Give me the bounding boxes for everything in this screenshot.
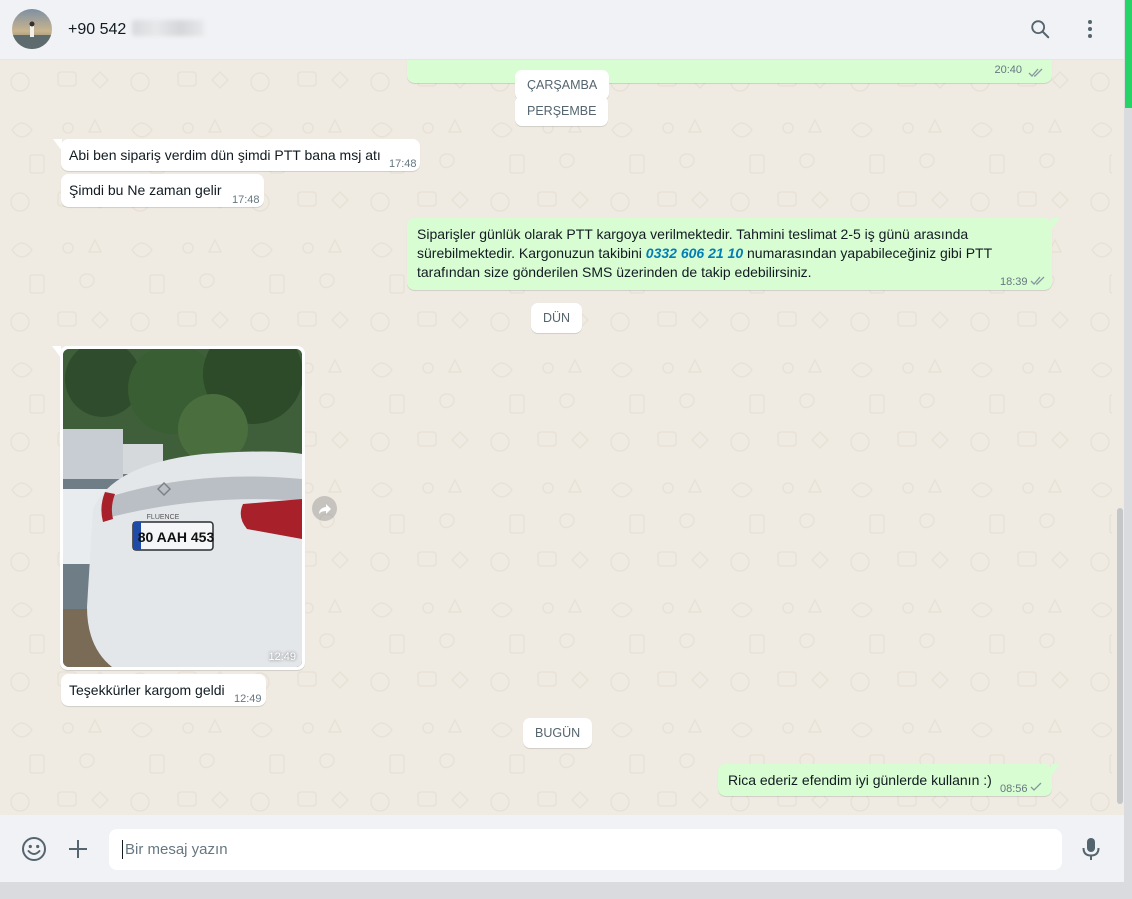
message-text: Abi ben sipariş verdim dün şimdi PTT ban… [69,147,381,163]
message-incoming[interactable]: Şimdi bu Ne zaman gelir 17:48 [61,174,264,207]
blurred-number-part [132,20,205,36]
message-input[interactable] [121,829,1045,870]
plus-icon [69,840,87,858]
contact-name[interactable]: +90 542 [68,20,205,39]
message-incoming[interactable]: Abi ben sipariş verdim dün şimdi PTT ban… [53,139,420,171]
license-plate-text: 80 AAH 453 [138,529,215,545]
bubble-tail [52,346,61,358]
phone-number-link[interactable]: 0332 606 21 10 [646,245,743,261]
bubble-tail [1051,218,1060,230]
message-text: Teşekkürler kargom geldi [69,682,225,698]
composer-bar [0,815,1124,882]
message-time: 20:40 [994,64,1022,76]
search-button[interactable] [1027,16,1053,42]
message-time: 17:48 [232,194,260,206]
forward-button[interactable] [312,496,337,521]
contact-number: +90 542 [68,21,127,38]
date-chip-today: BUGÜN [523,718,593,748]
message-incoming[interactable]: Teşekkürler kargom geldi 12:49 [61,674,266,706]
kebab-menu-icon [1088,20,1092,38]
read-ticks-icon [1028,68,1043,77]
date-chip-thursday: PERŞEMBE [515,96,609,126]
message-incoming-image[interactable]: 80 AAH 453 FLUENCE 12:49 [52,346,305,670]
microphone-icon [1082,838,1100,860]
chat-header: +90 542 [0,0,1124,60]
window-right-edge [1124,0,1132,899]
accent-strip [1125,0,1132,108]
conversation-scrollbar[interactable] [1117,508,1123,804]
attach-button[interactable] [64,835,92,863]
search-icon [1031,20,1050,39]
image-time: 12:49 [268,651,296,663]
message-time: 12:49 [234,693,262,705]
conversation-panel[interactable]: 20:40 ÇARŞAMBA PERŞEMBE Abi ben sipariş … [0,60,1112,815]
delivered-tick-icon [1030,782,1042,791]
forward-icon [318,503,331,514]
message-text: Şimdi bu Ne zaman gelir [69,182,222,198]
emoji-button[interactable] [20,835,48,863]
message-time: 18:39 [1000,276,1028,288]
car-model-badge: FLUENCE [147,514,180,521]
car-photo[interactable]: 80 AAH 453 FLUENCE 12:49 [63,349,302,667]
date-chip-yesterday: DÜN [531,303,583,333]
message-outgoing[interactable]: Siparişler günlük olarak PTT kargoya ver… [407,218,1060,290]
message-time: 17:48 [389,158,417,170]
message-time: 08:56 [1000,783,1028,795]
car-photo-image: 80 AAH 453 FLUENCE [63,349,302,667]
bubble-tail [1051,764,1060,776]
emoji-icon [22,837,46,861]
contact-avatar[interactable] [12,9,52,49]
voice-message-button[interactable] [1078,835,1104,863]
message-text: Siparişler günlük olarak PTT kargoya ver… [417,225,1002,282]
message-outgoing-partial[interactable]: 20:40 [407,60,1052,83]
read-ticks-icon [1030,276,1045,285]
window-bottom-edge [0,882,1124,899]
menu-button[interactable] [1077,16,1103,42]
message-text: Rica ederiz efendim iyi günlerde kullanı… [728,772,992,788]
bubble-tail [53,139,62,151]
whatsapp-web-chat: +90 542 20:40 ÇARŞAMBA PERŞEMBE Abi ben … [0,0,1124,882]
message-outgoing[interactable]: Rica ederiz efendim iyi günlerde kullanı… [718,764,1060,796]
message-composer[interactable] [109,829,1062,870]
